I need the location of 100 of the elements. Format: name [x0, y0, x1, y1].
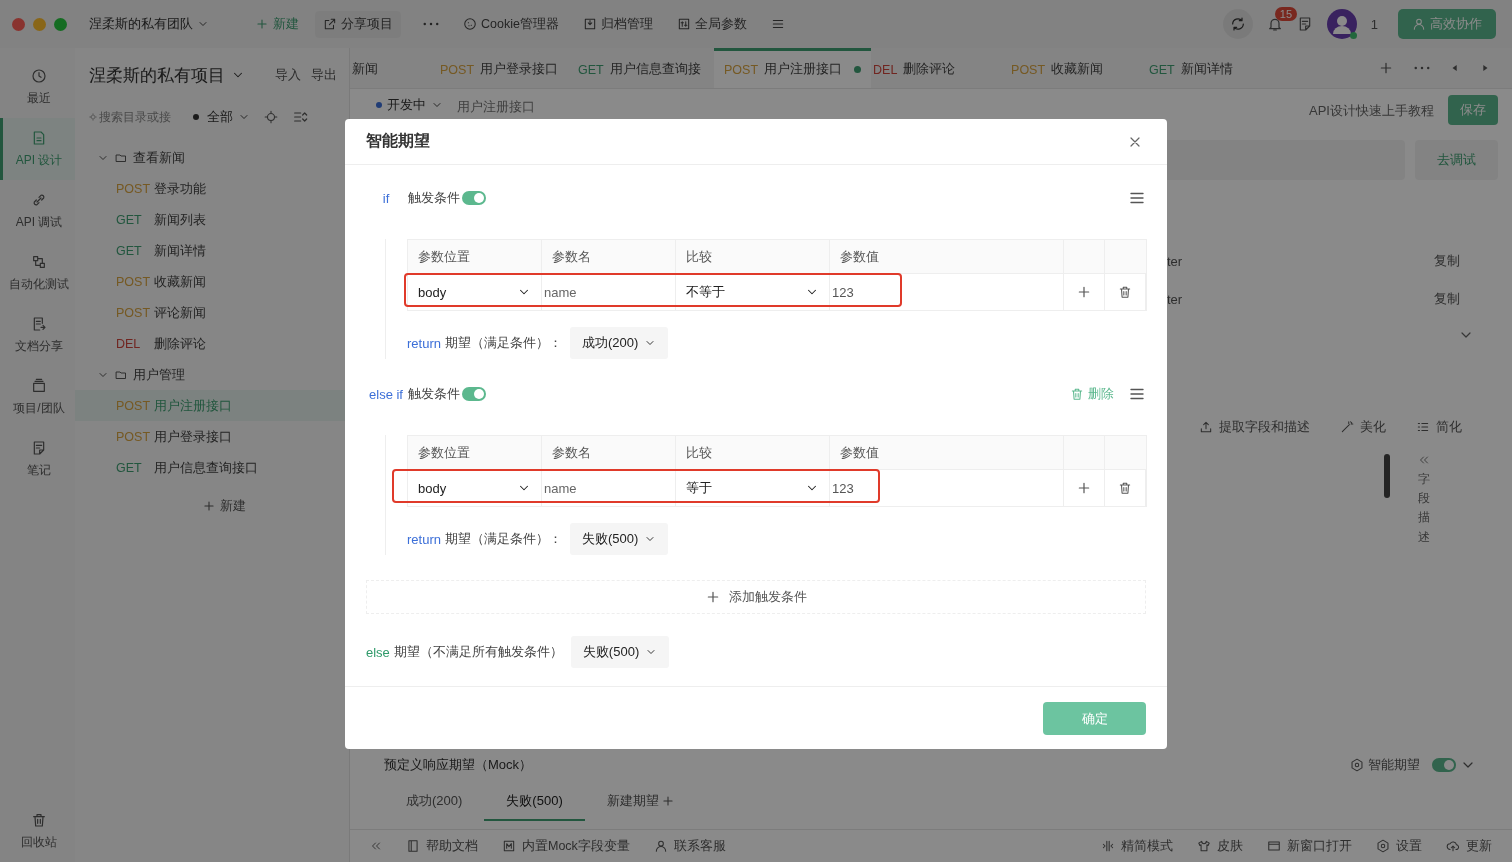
return-keyword: return: [407, 335, 441, 351]
toolbar-button[interactable]: 全局参数: [668, 10, 755, 38]
status-bar-item[interactable]: 内置Mock字段变量: [502, 837, 630, 855]
body-tool-button[interactable]: 提取字段和描述: [1199, 412, 1310, 442]
value-field[interactable]: 123: [830, 470, 1064, 506]
new-button[interactable]: 新建: [202, 491, 246, 521]
toolbar-button[interactable]: 分享项目: [315, 10, 401, 38]
endpoint-item[interactable]: POST 评论新闻: [75, 297, 349, 328]
scrollbar[interactable]: [1384, 454, 1390, 498]
add-condition-button[interactable]: 添加触发条件: [366, 580, 1146, 614]
nav-item[interactable]: API 调试: [0, 180, 75, 242]
nav-item[interactable]: 文档分享: [0, 304, 75, 366]
endpoint-item[interactable]: POST 用户登录接口: [75, 421, 349, 452]
name-field[interactable]: name: [542, 470, 676, 506]
toggle-switch[interactable]: [1432, 758, 1456, 772]
column-header: 参数位置: [408, 436, 542, 469]
debug-button[interactable]: 去调试: [1415, 140, 1498, 180]
sync-button[interactable]: [1222, 9, 1253, 39]
condition-keyword: else if: [368, 386, 404, 402]
export-button[interactable]: 导出: [311, 66, 337, 84]
tab[interactable]: 成功(200): [384, 783, 485, 821]
plus-icon: [1076, 480, 1092, 496]
copy-link[interactable]: 复制: [1434, 252, 1498, 270]
nav-item[interactable]: 项目/团队: [0, 366, 75, 428]
notifications-button[interactable]: [1266, 16, 1283, 32]
copy-link[interactable]: 复制: [1434, 290, 1498, 308]
project-switcher[interactable]: 涅柔斯的私有项目: [89, 63, 245, 87]
delete-row-button[interactable]: [1118, 285, 1132, 299]
plus-icon: [705, 589, 721, 605]
toggle-switch[interactable]: [462, 191, 486, 205]
status-dropdown[interactable]: 开发中: [376, 96, 443, 114]
tab[interactable]: 新闻: [350, 48, 438, 88]
endpoint-item[interactable]: GET 新闻详情: [75, 235, 349, 266]
team-switcher[interactable]: 涅柔斯的私有团队: [89, 15, 209, 33]
close-window-button[interactable]: [12, 17, 25, 31]
status-bar-item[interactable]: 帮助文档: [406, 837, 478, 855]
status-bar-item[interactable]: 新窗口打开: [1267, 837, 1352, 855]
delete-row-button[interactable]: [1118, 481, 1132, 495]
import-button[interactable]: 导入: [275, 66, 301, 84]
nav-item[interactable]: 笔记: [0, 428, 75, 490]
status-bar-item[interactable]: 联系客服: [653, 837, 726, 855]
more-button[interactable]: [1414, 66, 1430, 70]
response-select[interactable]: 失败(500): [570, 636, 670, 668]
cookie-icon: [463, 17, 477, 31]
filter-dropdown[interactable]: 全部: [193, 108, 250, 126]
scroll-left-button[interactable]: [1450, 63, 1460, 73]
response-select[interactable]: 失败(500): [569, 523, 669, 555]
folder-item[interactable]: 查看新闻: [89, 142, 339, 173]
status-bar-item[interactable]: 更新: [1446, 837, 1492, 855]
endpoint-item[interactable]: DEL 删除评论: [75, 328, 349, 359]
trash-nav-item[interactable]: 回收站: [0, 800, 75, 862]
value-field[interactable]: 123: [830, 274, 1064, 310]
nav-item[interactable]: 自动化测试: [0, 242, 75, 304]
scroll-right-button[interactable]: [1480, 63, 1490, 73]
folder-item[interactable]: 用户管理: [89, 359, 339, 390]
caret-right-icon: [1480, 63, 1490, 73]
trash-icon: [1070, 387, 1084, 401]
compare-select[interactable]: 不等于: [676, 274, 830, 310]
body-tool-button[interactable]: 简化: [1416, 412, 1462, 442]
collapse-sidebar-button[interactable]: [370, 840, 382, 852]
endpoint-item[interactable]: GET 新闻列表: [75, 204, 349, 235]
locate-button[interactable]: [264, 110, 278, 124]
tutorial-link[interactable]: API设计快速上手教程: [1309, 102, 1434, 120]
condition-label: 触发条件: [408, 189, 460, 207]
response-select[interactable]: 成功(200): [569, 327, 669, 359]
trash-icon: [1118, 285, 1132, 299]
else-label: 期望（不满足所有触发条件）: [393, 643, 563, 661]
tab[interactable]: GET 用户信息查询接: [576, 48, 714, 88]
online-count: 1: [1370, 16, 1378, 32]
name-field[interactable]: name: [542, 274, 676, 310]
endpoint-item[interactable]: POST 收藏新闻: [75, 266, 349, 297]
compare-select[interactable]: 等于: [676, 470, 830, 506]
tab[interactable]: POST 用户注册接口: [714, 48, 872, 88]
avatar[interactable]: [1326, 9, 1357, 39]
status-bar-item[interactable]: 皮肤: [1197, 837, 1243, 855]
delete-button[interactable]: 删除: [1070, 385, 1114, 403]
nav-item[interactable]: 最近: [0, 56, 75, 118]
tab[interactable]: 新建期望: [584, 783, 697, 821]
tab[interactable]: GET 新闻详情: [1147, 48, 1286, 88]
tab[interactable]: POST 用户登录接口: [438, 48, 576, 88]
add-row-button[interactable]: [1076, 480, 1092, 496]
location-select[interactable]: body: [408, 274, 542, 310]
toolbar-button[interactable]: Cookie管理器: [455, 10, 567, 38]
collapse-button[interactable]: [292, 109, 308, 125]
status-bar-item[interactable]: 精简模式: [1101, 837, 1173, 855]
tab[interactable]: POST 收藏新闻: [1009, 48, 1148, 88]
add-tab-button[interactable]: [1378, 60, 1394, 76]
status-bar-item[interactable]: 设置: [1376, 837, 1422, 855]
body-tool-button[interactable]: 美化: [1340, 412, 1386, 442]
add-row-button[interactable]: [1076, 284, 1092, 300]
toggle-switch[interactable]: [462, 387, 486, 401]
toolbar-button[interactable]: 新建: [247, 10, 307, 38]
tab[interactable]: 失败(500): [484, 783, 585, 821]
tab[interactable]: DEL 删除评论: [871, 48, 1010, 88]
toolbar-button[interactable]: 归档管理: [574, 10, 661, 38]
endpoint-item[interactable]: POST 登录功能: [75, 173, 349, 204]
location-select[interactable]: body: [408, 470, 542, 506]
endpoint-item[interactable]: GET 用户信息查询接口: [75, 452, 349, 483]
nav-item[interactable]: API 设计: [0, 118, 75, 180]
side-panel-title[interactable]: 字段描述: [1418, 470, 1430, 547]
